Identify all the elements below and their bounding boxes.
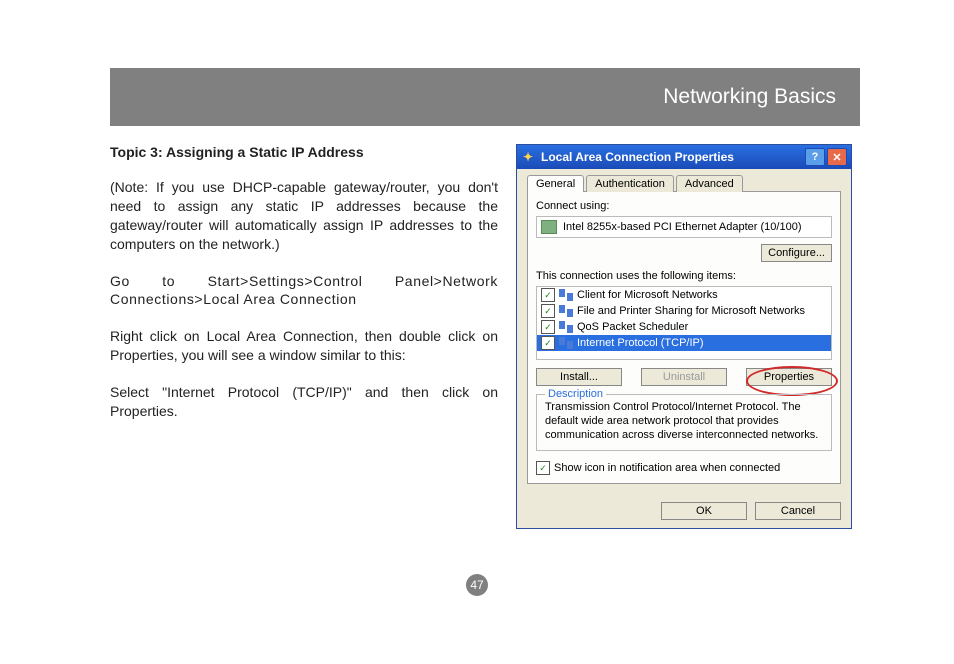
dialog-titlebar: ✦ Local Area Connection Properties ? ✕: [517, 145, 851, 169]
show-icon-label: Show icon in notification area when conn…: [554, 462, 780, 474]
list-item[interactable]: ✓ File and Printer Sharing for Microsoft…: [537, 303, 831, 319]
page-banner: Networking Basics: [110, 68, 860, 126]
network-connection-icon: ✦: [521, 150, 535, 164]
tab-panel-general: Connect using: Intel 8255x-based PCI Eth…: [527, 191, 841, 484]
install-button[interactable]: Install...: [536, 368, 622, 386]
tab-general[interactable]: General: [527, 175, 584, 192]
tab-authentication[interactable]: Authentication: [586, 175, 674, 192]
tab-advanced[interactable]: Advanced: [676, 175, 743, 192]
checkbox-icon[interactable]: ✓: [541, 304, 555, 318]
connect-using-label: Connect using:: [536, 200, 832, 212]
items-label: This connection uses the following items…: [536, 270, 832, 282]
lan-properties-dialog: ✦ Local Area Connection Properties ? ✕ G…: [516, 144, 852, 529]
close-button[interactable]: ✕: [827, 148, 847, 166]
properties-button[interactable]: Properties: [746, 368, 832, 386]
banner-title: Networking Basics: [663, 85, 836, 109]
service-icon: [559, 321, 573, 333]
service-icon: [559, 337, 573, 349]
help-button[interactable]: ?: [805, 148, 825, 166]
item-label: Internet Protocol (TCP/IP): [577, 337, 704, 349]
checkbox-icon[interactable]: ✓: [541, 336, 555, 350]
checkbox-icon[interactable]: ✓: [541, 320, 555, 334]
ok-button[interactable]: OK: [661, 502, 747, 520]
paragraph-navigation: Go to Start>Settings>Control Panel>Netwo…: [110, 272, 498, 310]
item-label: QoS Packet Scheduler: [577, 321, 688, 333]
list-item[interactable]: ✓ QoS Packet Scheduler: [537, 319, 831, 335]
paragraph-note: (Note: If you use DHCP-capable gateway/r…: [110, 178, 498, 254]
nic-icon: [541, 220, 557, 234]
adapter-field[interactable]: Intel 8255x-based PCI Ethernet Adapter (…: [536, 216, 832, 238]
description-legend: Description: [545, 388, 606, 400]
description-text: Transmission Control Protocol/Internet P…: [545, 401, 823, 442]
service-icon: [559, 305, 573, 317]
item-label: File and Printer Sharing for Microsoft N…: [577, 305, 805, 317]
page-number-badge: 47: [466, 574, 488, 596]
paragraph-select: Select "Internet Protocol (TCP/IP)" and …: [110, 383, 498, 421]
description-fieldset: Description Transmission Control Protoco…: [536, 394, 832, 451]
list-item[interactable]: ✓ Client for Microsoft Networks: [537, 287, 831, 303]
document-text-column: Topic 3: Assigning a Static IP Address (…: [110, 144, 498, 529]
tab-strip: General Authentication Advanced: [527, 175, 841, 192]
adapter-name: Intel 8255x-based PCI Ethernet Adapter (…: [563, 221, 802, 233]
list-item-selected[interactable]: ✓ Internet Protocol (TCP/IP): [537, 335, 831, 351]
show-icon-checkbox[interactable]: ✓: [536, 461, 550, 475]
paragraph-rightclick: Right click on Local Area Connection, th…: [110, 327, 498, 365]
checkbox-icon[interactable]: ✓: [541, 288, 555, 302]
topic-title: Topic 3: Assigning a Static IP Address: [110, 144, 498, 160]
configure-button[interactable]: Configure...: [761, 244, 832, 262]
uninstall-button: Uninstall: [641, 368, 727, 386]
items-listbox[interactable]: ✓ Client for Microsoft Networks ✓ File a…: [536, 286, 832, 360]
item-label: Client for Microsoft Networks: [577, 289, 718, 301]
service-icon: [559, 289, 573, 301]
cancel-button[interactable]: Cancel: [755, 502, 841, 520]
dialog-title: Local Area Connection Properties: [541, 150, 803, 164]
